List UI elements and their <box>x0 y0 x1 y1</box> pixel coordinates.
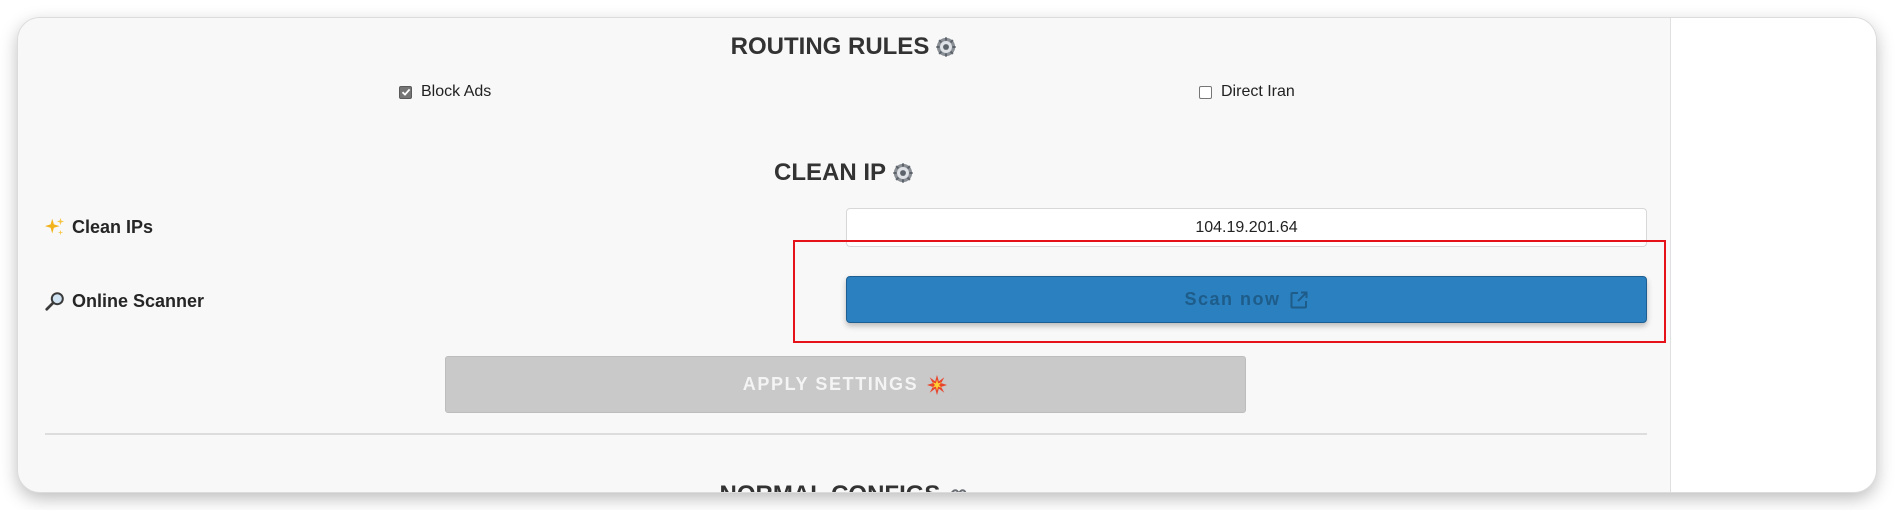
clean-ip-title: CLEAN IP <box>773 159 886 186</box>
check-icon <box>401 88 410 96</box>
section-divider <box>45 433 1647 435</box>
scan-now-label: Scan now <box>1184 289 1281 309</box>
routing-rules-heading: ROUTING RULES <box>18 32 1670 62</box>
normal-configs-heading: NORMAL CONFIGS <box>18 480 1670 492</box>
block-ads-option[interactable]: Block Ads <box>399 83 491 101</box>
magnifier-icon <box>45 292 64 311</box>
clean-ips-input[interactable] <box>846 208 1647 247</box>
direct-iran-label: Direct Iran <box>1221 83 1295 100</box>
normal-configs-title: NORMAL CONFIGS <box>720 481 941 492</box>
gear-icon <box>936 37 956 57</box>
clean-ips-field-label: Clean IPs <box>44 216 153 238</box>
collision-icon <box>927 374 948 395</box>
routing-rules-title: ROUTING RULES <box>730 33 930 60</box>
clean-ips-label: Clean IPs <box>72 216 154 237</box>
link-icon <box>948 489 967 492</box>
app-window: ROUTING RULES Block Ads Direct Iran CLEA… <box>18 18 1876 492</box>
sparkles-icon <box>44 217 65 236</box>
direct-iran-checkbox[interactable] <box>1199 85 1212 99</box>
apply-settings-button[interactable]: APPLY SETTINGS <box>445 356 1246 413</box>
direct-iran-option[interactable]: Direct Iran <box>1199 83 1295 101</box>
online-scanner-label: Online Scanner <box>72 290 205 311</box>
settings-panel: ROUTING RULES Block Ads Direct Iran CLEA… <box>18 18 1670 492</box>
online-scanner-field-label: Online Scanner <box>44 290 204 312</box>
scan-now-button[interactable]: Scan now <box>846 276 1647 323</box>
block-ads-label: Block Ads <box>421 83 492 100</box>
gear-icon <box>893 163 913 183</box>
apply-settings-label: APPLY SETTINGS <box>742 374 919 394</box>
clean-ip-heading: CLEAN IP <box>18 158 1670 188</box>
right-side-panel <box>1670 18 1876 492</box>
block-ads-checkbox[interactable] <box>399 85 412 99</box>
external-link-icon <box>1290 291 1307 308</box>
